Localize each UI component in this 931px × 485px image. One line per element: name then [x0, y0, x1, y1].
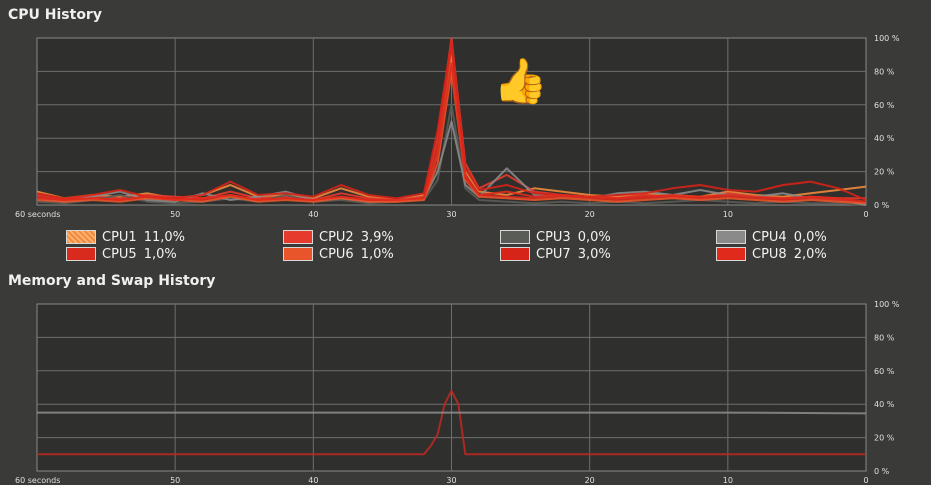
memory-x-tick-label: 40	[308, 476, 318, 485]
memory-x-tick-label: 60 seconds	[15, 476, 60, 485]
memory-y-tick-label: 0 %	[874, 467, 890, 476]
thumbs-up-icon: 👍	[493, 56, 548, 107]
memory-x-tick-label: 0	[863, 476, 868, 485]
memory-history-graph: 100 % 80 % 60 % 40 % 20 % 0 % 60 seconds 50 40 30…	[15, 300, 900, 485]
memory-y-tick-label: 100 %	[874, 300, 900, 309]
memory-x-tick-label: 50	[170, 476, 180, 485]
memory-x-tick-label: 30	[446, 476, 456, 485]
memory-y-tick-label: 60 %	[874, 367, 895, 376]
memory-x-tick-label: 10	[723, 476, 733, 485]
memory-y-tick-label: 40 %	[874, 400, 895, 409]
memory-y-tick-label: 20 %	[874, 434, 895, 443]
memory-x-tick-label: 20	[585, 476, 595, 485]
memory-series-line-1	[37, 411, 867, 415]
memory-y-tick-label: 80 %	[874, 333, 895, 342]
